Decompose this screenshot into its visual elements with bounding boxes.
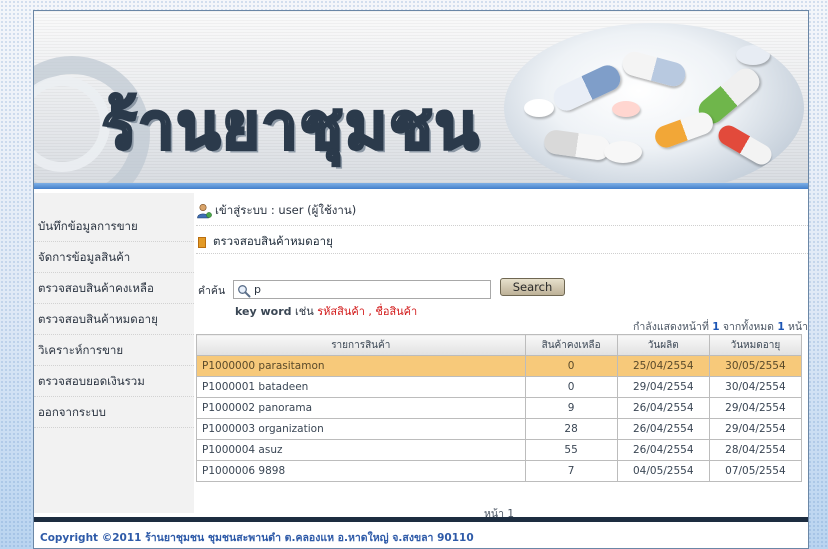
cell-stock: 55 xyxy=(524,439,618,461)
section-title: ตรวจสอบสินค้าหมดอายุ xyxy=(213,234,333,248)
column-header-exp-date: วันหมดอายุ xyxy=(708,334,803,356)
cell-exp-date: 07/05/2554 xyxy=(708,460,803,482)
search-hint: key word เช่น รหัสสินค้า , ชื่อสินค้า xyxy=(235,305,418,318)
cell-mfg-date: 25/04/2554 xyxy=(616,355,710,377)
site-banner: ร้านยาชุมชน xyxy=(34,11,808,189)
page-info: กำลังแสดงหน้าที่ 1 จากทั้งหมด 1 หน้า xyxy=(633,321,808,333)
nav-item-check-total[interactable]: ตรวจสอบยอดเงินรวม xyxy=(34,366,194,397)
nav-item-sales-analysis[interactable]: วิเคราะห์การขาย xyxy=(34,335,194,366)
column-header-stock: สินค้าคงเหลือ xyxy=(524,334,618,356)
table-row[interactable]: P1000001 batadeen 0 29/04/2554 30/04/255… xyxy=(196,376,803,398)
cell-mfg-date: 04/05/2554 xyxy=(616,460,710,482)
cell-stock: 9 xyxy=(524,397,618,419)
login-status: เข้าสู่ระบบ : user (ผู้ใช้งาน) xyxy=(196,201,356,221)
cell-stock: 0 xyxy=(524,355,618,377)
table-row[interactable]: P1000002 panorama 9 26/04/2554 29/04/255… xyxy=(196,397,803,419)
cell-item: P1000006 9898 xyxy=(196,460,526,482)
nav-item-logout[interactable]: ออกจากระบบ xyxy=(34,397,194,428)
nav-item-sales-record[interactable]: บันทึกข้อมูลการขาย xyxy=(34,211,194,242)
nav-item-check-stock[interactable]: ตรวจสอบสินค้าคงเหลือ xyxy=(34,273,194,304)
expired-products-table: รายการสินค้า สินค้าคงเหลือ วันผลิต วันหม… xyxy=(196,334,803,482)
cell-exp-date: 30/05/2554 xyxy=(708,355,803,377)
cell-exp-date: 28/04/2554 xyxy=(708,439,803,461)
cell-item: P1000001 batadeen xyxy=(196,376,526,398)
footer-copyright: Copyright ©2011 ร้านยาชุมชน ชุมชนสะพานดำ… xyxy=(40,532,474,544)
cell-mfg-date: 26/04/2554 xyxy=(616,397,710,419)
magnifier-icon xyxy=(237,283,251,298)
cell-mfg-date: 26/04/2554 xyxy=(616,418,710,440)
cell-mfg-date: 26/04/2554 xyxy=(616,439,710,461)
cell-item: P1000004 asuz xyxy=(196,439,526,461)
column-header-mfg-date: วันผลิต xyxy=(616,334,710,356)
cell-stock: 28 xyxy=(524,418,618,440)
site-container: ร้านยาชุมชน บันทึกข้อมูลการขาย จัดการข้อ… xyxy=(33,10,809,549)
section-header: ตรวจสอบสินค้าหมดอายุ xyxy=(198,233,333,251)
table-row[interactable]: P1000004 asuz 55 26/04/2554 28/04/2554 xyxy=(196,439,803,461)
search-input[interactable] xyxy=(233,280,491,299)
cell-exp-date: 30/04/2554 xyxy=(708,376,803,398)
cell-stock: 0 xyxy=(524,376,618,398)
login-text: เข้าสู่ระบบ : user (ผู้ใช้งาน) xyxy=(215,203,357,217)
nav-item-check-expired[interactable]: ตรวจสอบสินค้าหมดอายุ xyxy=(34,304,194,335)
column-header-item: รายการสินค้า xyxy=(196,334,526,356)
table-row[interactable]: P1000000 parasitamon 0 25/04/2554 30/05/… xyxy=(196,355,803,377)
user-icon xyxy=(196,203,212,219)
pills-image xyxy=(504,23,804,189)
cell-stock: 7 xyxy=(524,460,618,482)
search-button[interactable]: Search xyxy=(500,278,565,296)
cell-item: P1000002 panorama xyxy=(196,397,526,419)
site-logo-text: ร้านยาชุมชน xyxy=(100,89,481,166)
cell-mfg-date: 29/04/2554 xyxy=(616,376,710,398)
table-row[interactable]: P1000006 9898 7 04/05/2554 07/05/2554 xyxy=(196,460,803,482)
footer-bar xyxy=(34,517,808,522)
cell-item: P1000000 parasitamon xyxy=(196,355,526,377)
table-row[interactable]: P1000003 organization 28 26/04/2554 29/0… xyxy=(196,418,803,440)
banner-stripe xyxy=(34,183,808,189)
table-header-row: รายการสินค้า สินค้าคงเหลือ วันผลิต วันหม… xyxy=(196,334,803,356)
cell-exp-date: 29/04/2554 xyxy=(708,418,803,440)
divider xyxy=(196,253,808,254)
section-bullet-icon xyxy=(198,236,206,248)
search-label: คำค้น xyxy=(198,285,226,297)
divider xyxy=(196,225,808,226)
cell-exp-date: 29/04/2554 xyxy=(708,397,803,419)
sidebar-nav: บันทึกข้อมูลการขาย จัดการข้อมูลสินค้า ตร… xyxy=(34,193,194,513)
nav-item-manage-products[interactable]: จัดการข้อมูลสินค้า xyxy=(34,242,194,273)
cell-item: P1000003 organization xyxy=(196,418,526,440)
main-content: เข้าสู่ระบบ : user (ผู้ใช้งาน) ตรวจสอบสิ… xyxy=(196,201,808,521)
